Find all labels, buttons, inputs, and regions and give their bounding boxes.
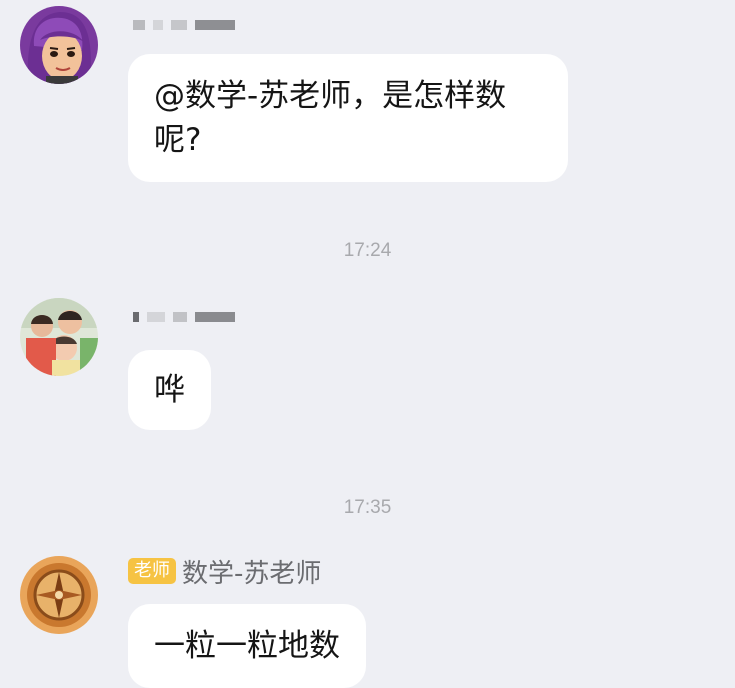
message-bubble[interactable]: @数学-苏老师，是怎样数呢? [128,54,568,182]
user-avatar-photo[interactable] [20,298,98,376]
timestamp: 17:24 [343,240,392,261]
message-bubble[interactable]: 哗 [128,350,211,430]
message-text: @数学-苏老师，是怎样数呢? [154,78,507,158]
children-photo-icon [20,298,98,376]
user-avatar-cartoon[interactable] [20,6,98,84]
teacher-badge: 老师 [128,558,176,584]
cartoon-avatar-icon [20,6,98,84]
compass-icon [20,556,98,634]
sender-name-blurred-2 [133,302,243,332]
message-bubble[interactable]: 一粒一粒地数 [128,604,366,688]
teacher-avatar[interactable] [20,556,98,634]
timestamp: 17:35 [343,497,392,518]
message-text: 一粒一粒地数 [154,628,340,664]
chat-window: @数学-苏老师，是怎样数呢? 17:24 哗 17:35 老师 数学-苏老师 一… [0,0,735,688]
message-text: 哗 [154,372,185,408]
sender-row: 老师 数学-苏老师 [128,556,321,589]
sender-name: 数学-苏老师 [182,558,322,589]
sender-name-blurred-1 [133,10,243,40]
